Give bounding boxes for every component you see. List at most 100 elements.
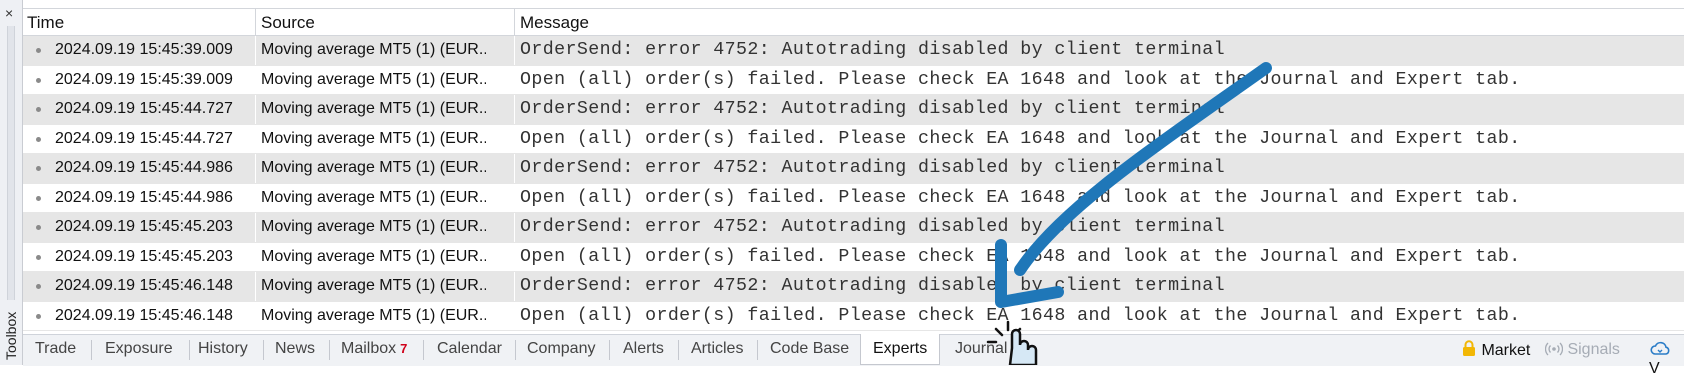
tab-divider	[423, 340, 424, 360]
column-divider[interactable]	[255, 9, 256, 35]
log-time: 2024.09.19 15:45:39.009	[55, 70, 233, 88]
log-message: OrderSend: error 4752: Autotrading disab…	[520, 158, 1225, 178]
log-message: Open (all) order(s) failed. Please check…	[520, 246, 1521, 267]
tab-alerts[interactable]: Alerts	[623, 340, 664, 358]
log-source: Moving average MT5 (1) (EUR...	[261, 100, 486, 117]
close-icon[interactable]: ×	[5, 6, 13, 20]
cell-divider	[514, 242, 515, 271]
log-row[interactable]: 2024.09.19 15:45:44.986 Moving average MT…	[23, 183, 1684, 213]
log-source: Moving average MT5 (1) (EUR...	[261, 277, 486, 294]
cell-divider	[255, 272, 256, 301]
log-row[interactable]: 2024.09.19 15:45:44.727 Moving average MT…	[23, 124, 1684, 154]
log-source: Moving average MT5 (1) (EUR...	[261, 129, 486, 147]
log-level-icon	[36, 48, 41, 53]
log-level-icon	[36, 195, 41, 201]
log-level-icon	[36, 166, 41, 171]
cloud-icon	[1650, 341, 1670, 355]
log-message: Open (all) order(s) failed. Please check…	[520, 128, 1521, 149]
tab-news[interactable]: News	[275, 340, 315, 358]
tab-history[interactable]: History	[198, 340, 248, 358]
toolbox-grip[interactable]	[7, 26, 15, 300]
cell-divider	[255, 213, 256, 242]
tab-calendar[interactable]: Calendar	[437, 340, 502, 358]
log-row[interactable]: 2024.09.19 15:45:44.727 Moving average MT…	[23, 95, 1684, 125]
tab-divider	[91, 340, 92, 360]
log-row[interactable]: 2024.09.19 15:45:39.009 Moving average MT…	[23, 65, 1684, 95]
log-level-icon	[36, 313, 41, 319]
tab-divider	[757, 340, 758, 360]
cell-divider	[514, 124, 515, 153]
log-message: Open (all) order(s) failed. Please check…	[520, 187, 1521, 208]
log-level-icon	[36, 254, 41, 260]
log-source: Moving average MT5 (1) (EUR...	[261, 247, 486, 265]
cell-divider	[255, 124, 256, 153]
tab-signals-label: Signals	[1567, 341, 1620, 358]
log-level-icon	[36, 136, 41, 142]
cell-divider	[514, 213, 515, 242]
log-grid: Time Source Message 2024.09.19 15:45:39.…	[23, 8, 1684, 334]
log-source: Moving average MT5 (1) (EUR...	[261, 70, 486, 88]
log-time: 2024.09.19 15:45:44.986	[55, 188, 233, 206]
tab-exposure[interactable]: Exposure	[105, 340, 173, 358]
log-row[interactable]: 2024.09.19 15:45:45.203 Moving average MT…	[23, 213, 1684, 243]
cell-divider	[255, 154, 256, 183]
log-time: 2024.09.19 15:45:39.009	[55, 41, 233, 58]
cell-divider	[514, 272, 515, 301]
grid-header: Time Source Message	[23, 8, 1684, 36]
log-level-icon	[36, 225, 41, 230]
log-row[interactable]: 2024.09.19 15:45:44.986 Moving average MT…	[23, 154, 1684, 184]
log-message: OrderSend: error 4752: Autotrading disab…	[520, 40, 1225, 60]
tab-market-label: Market	[1481, 342, 1531, 359]
cell-divider	[514, 301, 515, 330]
log-time: 2024.09.19 15:45:44.727	[55, 100, 233, 117]
cell-divider	[255, 65, 256, 94]
toolbox-label: Toolbox	[3, 311, 19, 360]
log-time: 2024.09.19 15:45:46.148	[55, 306, 233, 324]
tab-journal[interactable]: Journal	[955, 340, 1007, 358]
cell-divider	[514, 95, 515, 124]
tab-mailbox[interactable]: Mailbox 7	[341, 340, 407, 358]
tab-company[interactable]: Company	[527, 340, 595, 358]
column-header-source[interactable]: Source	[261, 13, 315, 33]
log-message: Open (all) order(s) failed. Please check…	[520, 305, 1521, 326]
log-source: Moving average MT5 (1) (EUR...	[261, 218, 486, 235]
log-source: Moving average MT5 (1) (EUR...	[261, 188, 486, 206]
log-time: 2024.09.19 15:45:45.203	[55, 247, 233, 265]
tab-divider	[329, 340, 330, 360]
log-source: Moving average MT5 (1) (EUR...	[261, 41, 486, 58]
tab-vps[interactable]: V	[1649, 340, 1684, 378]
cell-divider	[255, 242, 256, 271]
log-message: OrderSend: error 4752: Autotrading disab…	[520, 276, 1225, 296]
tab-articles[interactable]: Articles	[691, 340, 743, 358]
log-level-icon	[36, 77, 41, 83]
log-row[interactable]: 2024.09.19 15:45:45.203 Moving average MT…	[23, 242, 1684, 272]
cell-divider	[514, 183, 515, 212]
cell-divider	[514, 65, 515, 94]
log-message: OrderSend: error 4752: Autotrading disab…	[520, 99, 1225, 119]
log-message: OrderSend: error 4752: Autotrading disab…	[520, 217, 1225, 237]
log-source: Moving average MT5 (1) (EUR...	[261, 306, 486, 324]
cell-divider	[514, 36, 515, 65]
log-row[interactable]: 2024.09.19 15:45:46.148 Moving average MT…	[23, 301, 1684, 331]
column-header-time[interactable]: Time	[27, 13, 64, 33]
log-source: Moving average MT5 (1) (EUR...	[261, 159, 486, 176]
tab-mailbox-label: Mailbox	[341, 340, 397, 357]
column-divider[interactable]	[514, 9, 515, 35]
tab-divider	[678, 340, 679, 360]
log-time: 2024.09.19 15:45:44.986	[55, 159, 233, 176]
tab-experts[interactable]: Experts	[860, 334, 941, 365]
tab-signals[interactable]: Signals	[1544, 340, 1620, 359]
tab-codebase[interactable]: Code Base	[770, 340, 849, 358]
cell-divider	[255, 183, 256, 212]
signal-icon	[1544, 342, 1564, 356]
tab-trade[interactable]: Trade	[35, 340, 76, 358]
log-level-icon	[36, 284, 41, 289]
column-header-message[interactable]: Message	[520, 13, 589, 33]
mailbox-count-badge: 7	[400, 341, 408, 356]
log-time: 2024.09.19 15:45:45.203	[55, 218, 233, 235]
log-row[interactable]: 2024.09.19 15:45:46.148 Moving average MT…	[23, 272, 1684, 302]
tab-divider	[609, 340, 610, 360]
tab-market[interactable]: Market	[1461, 340, 1530, 360]
log-row[interactable]: 2024.09.19 15:45:39.009 Moving average MT…	[23, 36, 1684, 66]
tab-divider	[189, 340, 190, 360]
